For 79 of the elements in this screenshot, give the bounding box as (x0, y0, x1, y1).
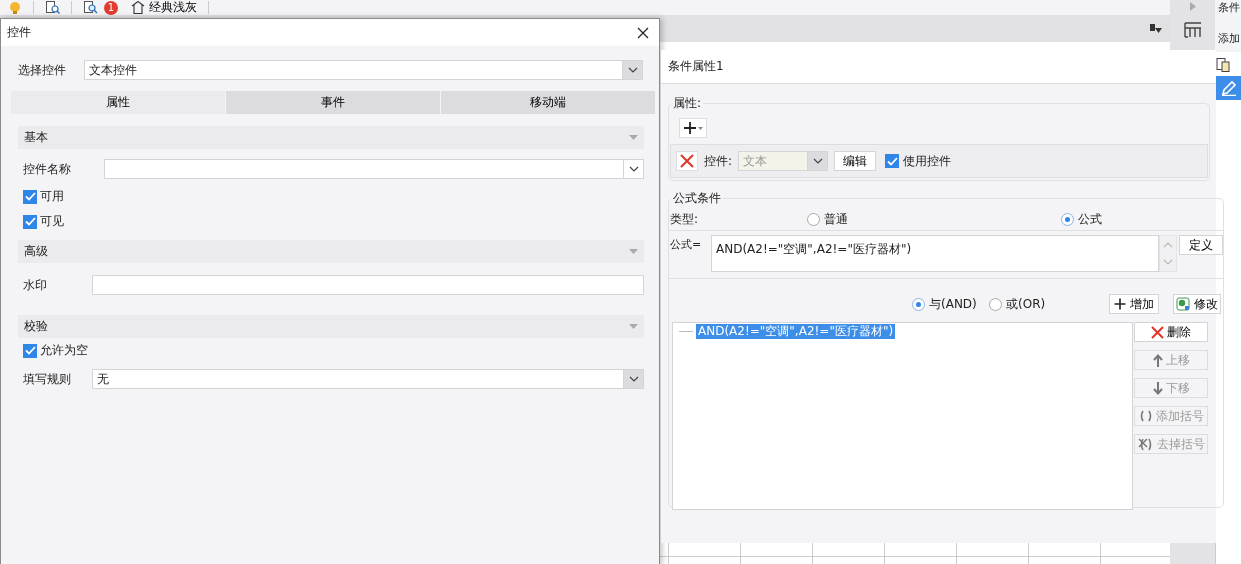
tab[interactable]: 移动端 (440, 91, 655, 114)
section-title: 校验 (24, 318, 48, 335)
parentheses-icon (1138, 410, 1153, 422)
checkbox-label: 可用 (40, 188, 64, 205)
checkbox-label: 允许为空 (40, 342, 88, 359)
pencil-icon (1221, 80, 1237, 96)
check-icon (24, 217, 36, 226)
formula-field[interactable]: AND(A2!="空调",A2!="医疗器材") (711, 235, 1159, 272)
remove-parentheses-icon (1137, 437, 1154, 451)
chevron-down-icon[interactable] (628, 376, 639, 382)
close-icon (637, 26, 649, 39)
tab[interactable]: 属性 (10, 91, 225, 114)
panel-label: 添加 (1218, 32, 1241, 45)
section-title: 高级 (24, 243, 48, 260)
add-button[interactable] (679, 118, 707, 138)
chevron-down-icon[interactable] (812, 158, 823, 164)
theme-button[interactable]: 经典浅灰 (131, 0, 197, 16)
field-label: 控件名称 (22, 160, 72, 178)
field-label: 填写规则 (22, 370, 72, 388)
document-icon[interactable] (1216, 58, 1230, 72)
plus-icon (683, 121, 697, 135)
arrow-up-icon (1152, 353, 1163, 367)
radio-button[interactable] (989, 297, 1002, 311)
field-label: 水印 (22, 276, 48, 294)
input-field[interactable] (92, 275, 644, 295)
radio-label: 或(OR) (1006, 295, 1046, 313)
radio-button[interactable] (912, 297, 925, 311)
lightbulb-icon[interactable] (8, 1, 22, 14)
chevron-down-icon[interactable] (628, 166, 639, 172)
radio-button[interactable] (1061, 213, 1074, 226)
radio-label: 公式 (1078, 211, 1102, 228)
search-icon[interactable] (83, 1, 98, 14)
check-icon (24, 192, 36, 201)
delete-icon (1151, 325, 1164, 339)
group-legend: 公式条件 (671, 190, 723, 207)
remove-button[interactable] (676, 151, 698, 171)
tab[interactable]: 事件 (225, 91, 440, 114)
checkbox-label: 可见 (40, 213, 64, 230)
section-title: 基本 (24, 129, 48, 146)
group-legend: 属性: (671, 95, 704, 112)
edit-button[interactable]: 编辑 (834, 151, 877, 171)
dropdown-field[interactable]: 无 (92, 369, 644, 389)
checkbox[interactable] (23, 343, 37, 358)
field-label: 公式= (670, 237, 703, 252)
radio-label: 普通 (824, 211, 848, 228)
dropdown-field[interactable] (104, 159, 644, 179)
radio-button[interactable] (807, 213, 820, 226)
section-header[interactable]: 高级 (18, 240, 644, 263)
field-label: 类型: (670, 211, 700, 228)
radio-label: 与(AND) (929, 295, 977, 313)
dropdown-field[interactable]: 文本控件 (84, 60, 643, 80)
define-button[interactable]: 定义 (1179, 235, 1223, 255)
checkbox[interactable] (885, 154, 900, 168)
table-icon[interactable] (1183, 22, 1202, 38)
caret-icon[interactable] (629, 249, 638, 254)
caret-icon[interactable] (629, 324, 638, 329)
checkbox[interactable] (23, 189, 37, 204)
section-header[interactable]: 校验 (18, 315, 644, 338)
field-label: 选择控件 (18, 61, 67, 79)
notification-badge: 1 (104, 0, 118, 15)
dialog-title: 控件 (7, 24, 31, 41)
delete-icon (680, 154, 694, 168)
chevron-down-icon[interactable] (627, 67, 638, 73)
check-icon (886, 156, 898, 166)
document-search-icon[interactable] (45, 1, 60, 14)
check-icon (24, 346, 36, 355)
modify-button[interactable]: 修改 (1173, 294, 1221, 314)
checkbox[interactable] (23, 214, 37, 229)
field-label: 控件: (704, 152, 733, 170)
panel-title: 条件属性1 (668, 58, 724, 75)
panel-label: 条件 (1218, 1, 1241, 14)
caret-icon (698, 126, 703, 130)
arrow-down-icon (1152, 381, 1163, 395)
checkbox-label: 使用控件 (903, 152, 952, 170)
section-header[interactable]: 基本 (18, 126, 644, 149)
add-button[interactable]: 增加 (1109, 294, 1159, 314)
plus-icon (1114, 298, 1126, 310)
delete-button[interactable]: 删除 (1134, 322, 1208, 342)
caret-icon[interactable] (629, 135, 638, 140)
